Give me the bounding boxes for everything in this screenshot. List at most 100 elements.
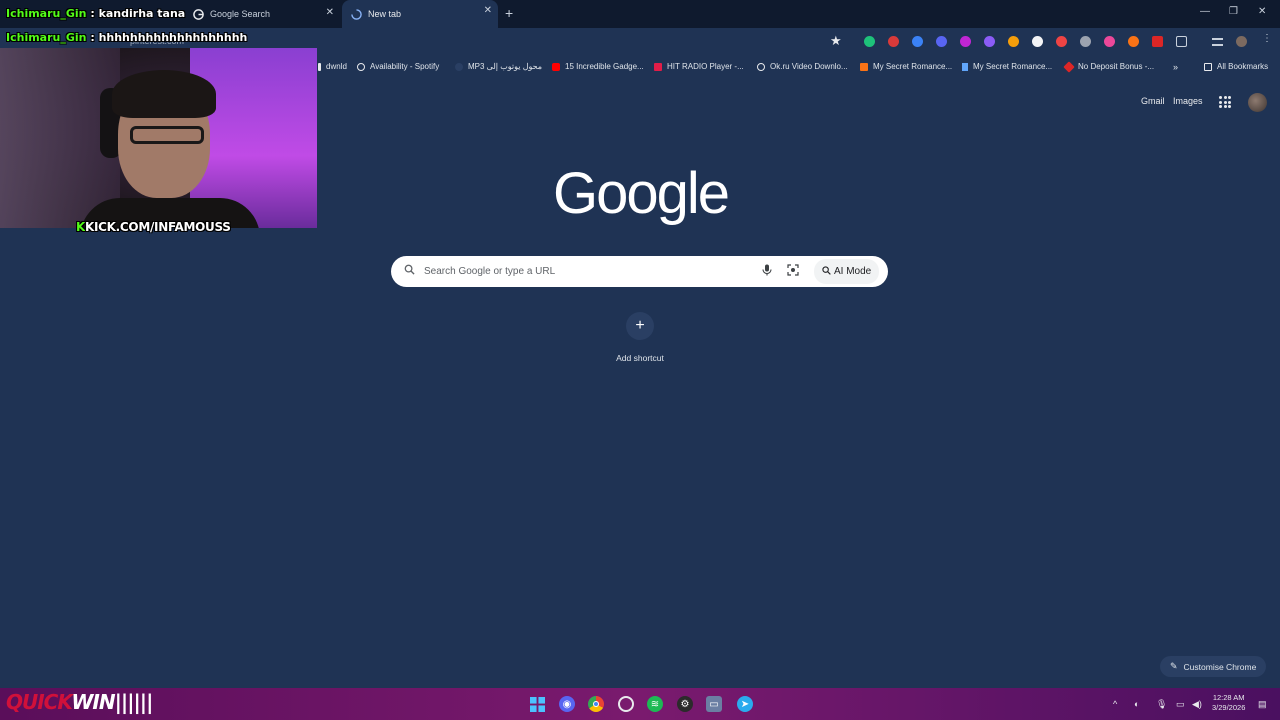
tab-google-search[interactable]: Google Search ✕ — [184, 2, 340, 26]
bookmark-item[interactable]: Ok.ru Video Downlo... — [757, 62, 848, 71]
tray-app-icon[interactable]: ◐ — [1134, 699, 1139, 709]
site-icon — [962, 62, 968, 71]
site-icon — [455, 62, 463, 71]
app-icon[interactable]: ⚙ — [677, 696, 693, 712]
network-icon[interactable]: ▭ — [1176, 699, 1185, 710]
all-bookmarks-button[interactable]: All Bookmarks — [1204, 62, 1268, 71]
windows-start-icon[interactable] — [529, 696, 545, 712]
close-tab-icon[interactable]: ✕ — [484, 5, 492, 16]
youtube-icon — [552, 62, 560, 71]
extension-icon[interactable] — [1080, 36, 1091, 47]
extensions-puzzle-icon[interactable] — [1176, 36, 1187, 47]
close-window-icon[interactable]: ✕ — [1258, 6, 1266, 17]
chat-message: Ichimaru_Gin : hhhhhhhhhhhhhhhhhhh — [6, 31, 248, 44]
extension-icon[interactable] — [864, 36, 875, 47]
chrome-icon[interactable] — [588, 696, 604, 712]
stream-caption: KKICK.COM/INFAMOUSS — [76, 220, 231, 234]
bookmark-item[interactable]: 15 Incredible Gadge... — [552, 62, 644, 71]
search-input[interactable]: Search Google or type a URL — [424, 266, 555, 277]
chat-user: Ichimaru_Gin — [6, 7, 87, 20]
ai-mode-label: AI Mode — [834, 266, 872, 277]
stream-url: KICK.COM/INFAMOUSS — [85, 220, 231, 234]
minimize-icon[interactable]: — — [1200, 6, 1210, 17]
bookmark-label: HIT RADIO Player -... — [667, 62, 744, 71]
menu-kebab-icon[interactable]: ⋮ — [1262, 33, 1273, 44]
add-shortcut-label: Add shortcut — [616, 353, 664, 363]
extension-icon[interactable] — [1056, 36, 1067, 47]
google-favicon-icon — [192, 8, 204, 20]
bookmark-star-icon[interactable]: ★ — [830, 33, 842, 49]
bookmark-label: Ok.ru Video Downlo... — [770, 62, 848, 71]
bookmark-label: MP3 محول يوتوب إلى — [468, 62, 543, 71]
customise-label: Customise Chrome — [1183, 661, 1257, 672]
extension-icon[interactable] — [912, 36, 923, 47]
kick-logo: K — [76, 220, 85, 234]
customise-chrome-button[interactable]: ✎ Customise Chrome — [1160, 656, 1267, 677]
volume-icon[interactable]: ◀) — [1192, 699, 1202, 710]
tab-label: Google Search — [210, 9, 271, 19]
bookmark-item[interactable]: My Secret Romance... — [962, 62, 1052, 71]
telegram-icon[interactable]: ➤ — [737, 696, 753, 712]
chat-text: hhhhhhhhhhhhhhhhhhh — [98, 31, 248, 44]
bookmark-item[interactable]: HIT RADIO Player -... — [654, 62, 744, 71]
profile-icon[interactable] — [1236, 36, 1247, 47]
bookmark-item[interactable]: No Deposit Bonus -... — [1063, 60, 1155, 73]
microphone-icon[interactable] — [762, 264, 772, 279]
extension-icon[interactable] — [1128, 36, 1139, 47]
more-bookmarks-icon[interactable]: » — [1173, 62, 1178, 72]
bookmark-label: dwnld — [326, 62, 347, 71]
bookmark-label: My Secret Romance... — [873, 62, 953, 71]
extension-icon[interactable] — [960, 36, 971, 47]
extension-icon[interactable] — [1032, 36, 1043, 47]
obs-icon[interactable] — [618, 696, 634, 712]
discord-icon[interactable]: ◉ — [559, 696, 575, 712]
ai-search-icon — [822, 265, 831, 278]
extension-icon[interactable] — [1152, 36, 1163, 47]
close-tab-icon[interactable]: ✕ — [326, 7, 334, 18]
tray-chevron-icon[interactable]: ^ — [1113, 699, 1117, 709]
google-logo: Google — [552, 161, 730, 226]
spotify-icon[interactable]: ≋ — [647, 696, 663, 712]
tab-label: New tab — [368, 9, 402, 19]
bookmark-label: All Bookmarks — [1217, 62, 1269, 71]
clock-time: 12:28 AM — [1212, 693, 1245, 702]
bookmark-label: No Deposit Bonus -... — [1078, 62, 1155, 71]
site-icon — [860, 62, 868, 71]
bookmark-label: 15 Incredible Gadge... — [565, 62, 644, 71]
pencil-icon: ✎ — [1170, 661, 1178, 671]
ai-mode-button[interactable]: AI Mode — [814, 259, 880, 284]
globe-icon — [357, 62, 365, 71]
extension-icon[interactable] — [984, 36, 995, 47]
app-window-icon[interactable]: ▭ — [706, 696, 722, 712]
bookmark-item[interactable]: Availability - Spotify — [357, 62, 439, 71]
google-lens-icon[interactable] — [787, 264, 799, 279]
gmail-link[interactable]: Gmail — [1141, 96, 1165, 106]
new-tab-button[interactable]: + — [505, 5, 513, 21]
globe-icon — [757, 62, 765, 71]
chat-user: Ichimaru_Gin — [6, 31, 87, 44]
restore-icon[interactable]: ❐ — [1229, 6, 1238, 17]
extension-icon[interactable] — [1008, 36, 1019, 47]
account-avatar[interactable] — [1248, 93, 1267, 112]
quickwin-logo: QUICKWIN|||||| — [6, 690, 153, 714]
media-controls-icon[interactable] — [1212, 38, 1223, 46]
loading-spinner-icon — [350, 8, 362, 20]
tab-new-tab[interactable]: New tab ✕ — [342, 0, 498, 28]
bookmark-label: Availability - Spotify — [370, 62, 440, 71]
extension-icon[interactable] — [888, 36, 899, 47]
bookmark-item[interactable]: dwnld — [318, 62, 347, 71]
microphone-tray-icon[interactable]: 🎙 — [1156, 699, 1167, 710]
bookmark-item[interactable]: My Secret Romance... — [860, 62, 952, 71]
chat-text: kandirha tana — [98, 7, 186, 20]
extension-icon[interactable] — [1104, 36, 1115, 47]
system-clock[interactable]: 12:28 AM 3/29/2026 — [1212, 693, 1245, 713]
images-link[interactable]: Images — [1173, 96, 1203, 106]
bookmark-item[interactable]: MP3 محول يوتوب إلى — [455, 62, 542, 71]
search-icon — [404, 264, 415, 278]
diamond-icon — [1063, 60, 1075, 73]
clock-date: 3/29/2026 — [1212, 703, 1246, 712]
extension-icon[interactable] — [936, 36, 947, 47]
google-apps-icon[interactable] — [1219, 96, 1231, 108]
add-shortcut-button[interactable]: + — [626, 312, 654, 340]
notifications-icon[interactable]: ▤ — [1258, 699, 1267, 710]
